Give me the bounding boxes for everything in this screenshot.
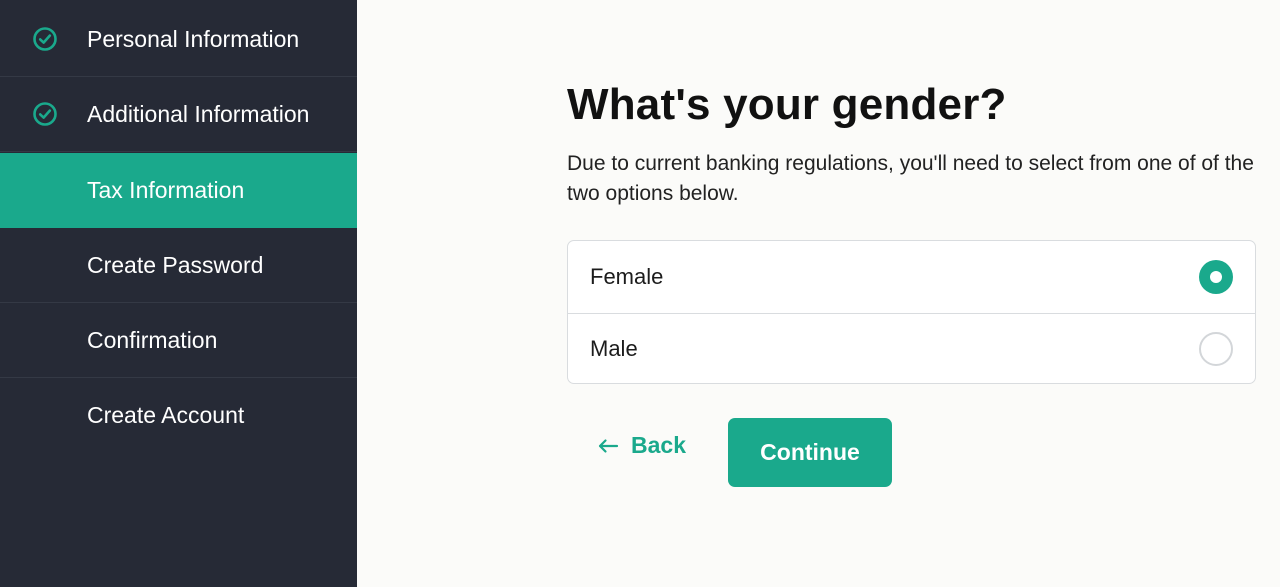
sidebar-step-label: Additional Information [87,100,310,127]
back-button[interactable]: Back [597,432,686,459]
option-label: Female [590,264,664,289]
main-content: What's your gender? Due to current banki… [357,0,1280,587]
step-sidebar: Personal Information Additional Informat… [0,0,357,587]
gender-option-male[interactable]: Male [568,313,1255,383]
sidebar-step-label: Confirmation [87,326,218,353]
back-label: Back [631,432,686,458]
check-circle-icon [33,27,57,51]
sidebar-step-label: Personal Information [87,25,300,52]
sidebar-step-label: Tax Information [87,176,245,203]
sidebar-step-personal-information[interactable]: Personal Information [0,2,357,77]
option-label: Male [590,336,638,361]
sidebar-step-create-account[interactable]: Create Account [0,378,357,453]
continue-button[interactable]: Continue [728,418,892,487]
check-circle-icon [33,102,57,126]
sidebar-step-confirmation[interactable]: Confirmation [0,303,357,378]
sidebar-step-create-password[interactable]: Create Password [0,228,357,303]
gender-radio-group: Female Male [567,240,1256,384]
sidebar-step-label: Create Account [87,402,245,428]
arrow-left-icon [598,438,619,453]
radio-button-unselected[interactable] [1199,332,1233,366]
sidebar-step-label: Create Password [87,251,264,278]
gender-option-female[interactable]: Female [568,241,1255,313]
sidebar-step-tax-information[interactable]: Tax Information [0,153,357,228]
radio-button-selected[interactable] [1199,260,1233,294]
page-title: What's your gender? [567,80,1007,129]
sidebar-step-additional-information[interactable]: Additional Information [0,77,357,152]
page-description: Due to current banking regulations, you'… [567,152,1254,205]
